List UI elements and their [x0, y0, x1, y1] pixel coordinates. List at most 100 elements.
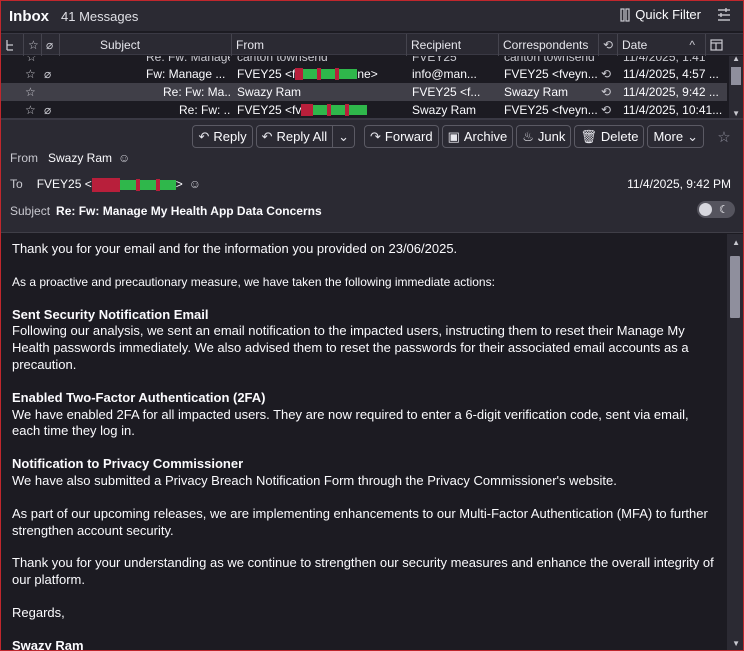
- row-subject: Re: Fw: Ma...: [163, 85, 231, 99]
- row-correspondents: Swazy Ram: [504, 85, 569, 99]
- body-paragraph: We have enabled 2FA for all impacted use…: [12, 406, 689, 439]
- attachment-column-icon[interactable]: ⌀: [41, 34, 59, 56]
- dark-mode-toggle[interactable]: ☾: [697, 201, 735, 218]
- reply-all-button[interactable]: ↶ Reply All: [255, 125, 334, 148]
- reply-button[interactable]: ↶ Reply: [192, 125, 253, 148]
- attachment-icon: ⌀: [44, 103, 52, 117]
- scroll-up-icon[interactable]: ▲: [732, 238, 740, 247]
- thread-list-scroll-thumb[interactable]: [731, 67, 741, 85]
- from-row: From Swazy Ram ☺: [10, 151, 130, 165]
- quick-filter-area: Quick Filter: [620, 7, 731, 22]
- body-paragraph: We have also submitted a Privacy Breach …: [12, 472, 617, 488]
- scroll-down-icon[interactable]: ▼: [732, 109, 740, 118]
- row-from: FVEY25 <f ne>: [237, 65, 407, 83]
- reply-all-label: Reply All: [276, 129, 328, 144]
- from-value[interactable]: Swazy Ram: [48, 151, 112, 165]
- to-value-tail: >: [175, 177, 183, 191]
- row-from-name: FVEY25 <f: [237, 67, 296, 81]
- read-status-icon[interactable]: ⟲: [601, 101, 611, 118]
- body-paragraph: As a proactive and precautionary measure…: [12, 274, 495, 289]
- more-button[interactable]: More ⌄: [647, 125, 704, 148]
- reply-all-icon: ↶: [261, 129, 273, 144]
- subject-row: Subject Re: Fw: Manage My Health App Dat…: [10, 204, 322, 218]
- row-correspondents: FVEY25 <fveyn...: [504, 103, 598, 117]
- folder-bar: Inbox 41 Messages Quick Filter: [1, 1, 743, 31]
- table-row[interactable]: ☆ ⌀ Fw: Manage ... FVEY25 <f ne> info@ma…: [1, 65, 727, 83]
- read-status-icon[interactable]: ⟲: [601, 83, 611, 101]
- message-toolbar: ↶ Reply ↶ Reply All ⌄ ↷ Forward ▣ Archiv…: [192, 125, 735, 148]
- message-date: 11/4/2025, 9:42 PM: [627, 177, 731, 191]
- filter-icon: [620, 7, 630, 22]
- delete-label: Delete: [600, 129, 639, 144]
- scroll-up-icon[interactable]: ▲: [732, 56, 740, 63]
- section-heading: Sent Security Notification Email: [12, 306, 209, 322]
- body-paragraph: Thank you for your email and for the inf…: [12, 241, 458, 256]
- from-label: From: [10, 151, 38, 165]
- redaction-mark: [91, 177, 176, 192]
- chevron-down-icon: ⌄: [338, 129, 349, 144]
- star-icon[interactable]: ☆: [25, 83, 36, 101]
- section-heading: Notification to Privacy Commissioner: [12, 456, 244, 472]
- body-paragraph: As part of our upcoming releases, we are…: [12, 505, 708, 538]
- subject-label: Subject: [10, 204, 51, 218]
- message-scroll-thumb[interactable]: [730, 256, 740, 318]
- reply-label: Reply: [213, 129, 247, 144]
- row-date: 11/4/2025, 10:41...: [623, 103, 723, 117]
- to-value[interactable]: FVEY25 < >: [37, 177, 183, 192]
- reply-icon: ↶: [198, 129, 210, 144]
- body-paragraph: Regards,: [12, 604, 65, 620]
- forward-label: Forward: [384, 129, 433, 144]
- row-recipient: info@man...: [412, 67, 477, 81]
- column-header: ☆ ⌀ Subject From Recipient Correspondent…: [1, 33, 743, 56]
- contact-icon[interactable]: ☺: [118, 152, 130, 164]
- star-icon[interactable]: ☆: [25, 65, 36, 83]
- message-scrollbar[interactable]: ▲ ▼: [727, 234, 743, 650]
- star-column-icon[interactable]: ☆: [23, 34, 41, 56]
- forward-button[interactable]: ↷ Forward: [364, 125, 439, 148]
- quick-filter-button[interactable]: Quick Filter: [620, 7, 701, 22]
- column-correspondents[interactable]: Correspondents: [498, 34, 598, 56]
- to-value-name: FVEY25 <: [36, 177, 92, 191]
- table-row[interactable]: ☆ ⌀ Re: Fw: ... FVEY25 <fv Swazy Ram FVE…: [1, 101, 727, 118]
- archive-button[interactable]: ▣ Archive: [441, 125, 514, 148]
- sort-ascending-icon: ^: [689, 38, 695, 52]
- list-options-icon[interactable]: [717, 7, 731, 22]
- row-from: FVEY25 <fv: [237, 101, 407, 118]
- more-label: More: [653, 129, 684, 144]
- read-status-column-icon[interactable]: ⟲: [598, 34, 617, 56]
- column-from[interactable]: From: [231, 34, 406, 56]
- star-icon[interactable]: ☆: [25, 101, 36, 118]
- column-recipient[interactable]: Recipient: [406, 34, 498, 56]
- column-date[interactable]: Date ^: [617, 34, 705, 56]
- body-paragraph: Thank you for your understanding as we c…: [12, 555, 714, 588]
- moon-icon: ☾: [719, 204, 729, 216]
- archive-label: Archive: [463, 129, 508, 144]
- star-icon[interactable]: ☆: [713, 125, 735, 148]
- read-status-icon[interactable]: ⟲: [601, 65, 611, 83]
- quick-filter-label: Quick Filter: [635, 7, 701, 22]
- table-row[interactable]: ☆ Re: Fw: Ma... Swazy Ram FVEY25 <f... S…: [1, 83, 727, 101]
- trash-icon: 🗑: [580, 129, 597, 144]
- thread-list-scrollbar[interactable]: ▲ ▼: [729, 56, 743, 118]
- chevron-down-icon: ⌄: [687, 129, 698, 144]
- message-text: Thank you for your email and for the inf…: [12, 241, 718, 650]
- message-header: ↶ Reply ↶ Reply All ⌄ ↷ Forward ▣ Archiv…: [1, 120, 743, 233]
- scroll-down-icon[interactable]: ▼: [732, 639, 740, 648]
- toggle-knob: [699, 203, 712, 216]
- folder-name: Inbox: [9, 7, 49, 25]
- column-subject[interactable]: Subject: [59, 34, 231, 56]
- row-recipient: FVEY25 <f...: [412, 85, 481, 99]
- column-picker-icon[interactable]: [705, 34, 743, 56]
- row-correspondents: FVEY25 <fveyn...: [504, 67, 598, 81]
- contact-icon[interactable]: ☺: [189, 178, 201, 190]
- row-from-name: FVEY25 <fv: [237, 103, 302, 117]
- thread-column-icon[interactable]: [1, 34, 23, 56]
- message-body: Thank you for your email and for the inf…: [1, 234, 743, 650]
- row-date: 11/4/2025, 4:57 ...: [623, 67, 719, 81]
- mail-window: Inbox 41 Messages Quick Filter ☆ ⌀ Subje…: [0, 0, 744, 651]
- to-row: To FVEY25 < > ☺: [10, 177, 201, 192]
- junk-button[interactable]: ♨ Junk: [516, 125, 572, 148]
- reply-all-dropdown[interactable]: ⌄: [333, 125, 355, 148]
- redaction-mark: [301, 104, 368, 116]
- delete-button[interactable]: 🗑 Delete: [574, 125, 645, 148]
